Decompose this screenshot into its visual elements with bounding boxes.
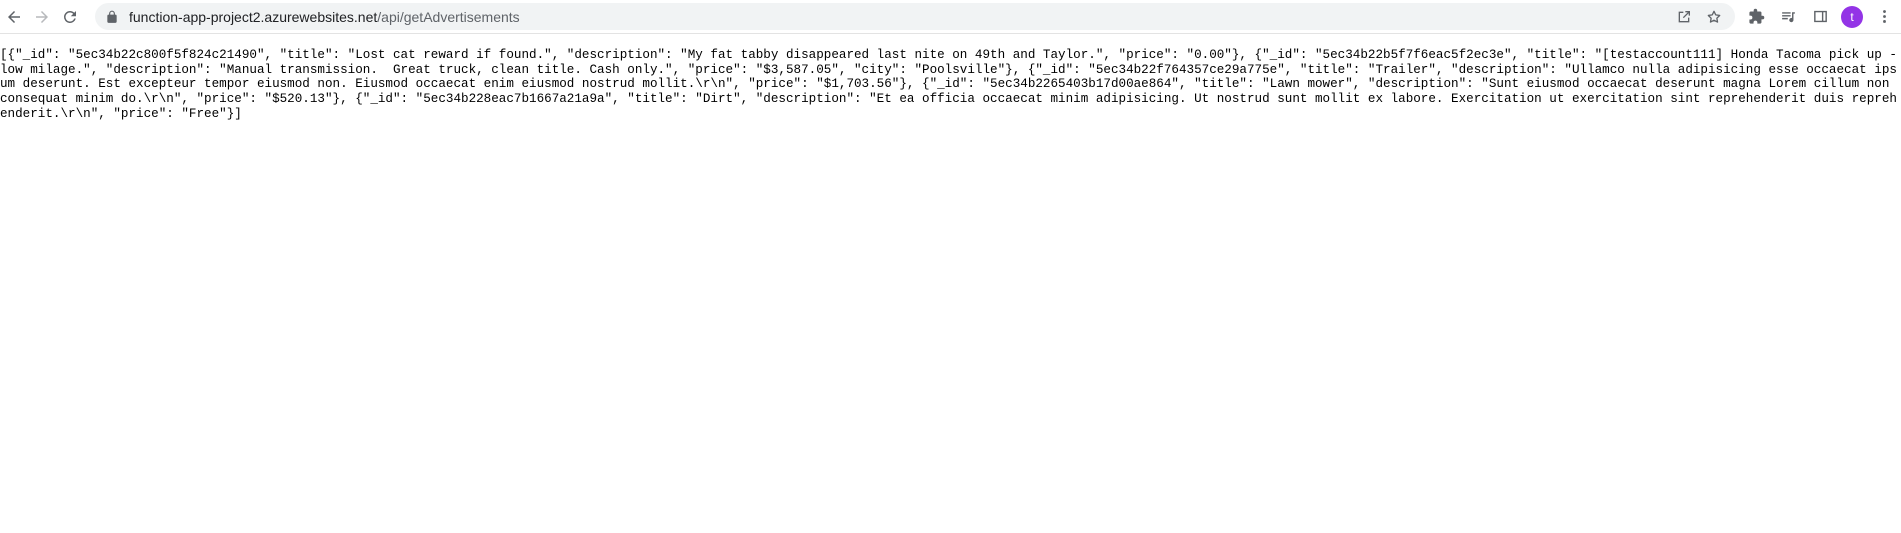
kebab-menu-icon[interactable] [1871, 4, 1897, 30]
back-button[interactable] [0, 3, 28, 31]
share-icon[interactable] [1673, 6, 1695, 28]
reload-icon [63, 10, 76, 23]
forward-button[interactable] [28, 3, 56, 31]
bookmark-star-icon[interactable] [1703, 6, 1725, 28]
back-icon [8, 10, 20, 23]
address-bar[interactable]: function-app-project2.azurewebsites.net/… [95, 3, 1735, 30]
json-response-body: [{"_id": "5ec34b22c800f5f824c21490", "ti… [0, 48, 1897, 121]
browser-right-tools: t [1743, 0, 1901, 33]
forward-icon [36, 10, 48, 23]
extensions-icon[interactable] [1743, 4, 1769, 30]
url-path: /api/getAdvertisements [377, 8, 520, 25]
reload-button[interactable] [56, 3, 84, 31]
browser-toolbar: function-app-project2.azurewebsites.net/… [0, 0, 1901, 34]
media-queue-icon[interactable] [1775, 4, 1801, 30]
profile-avatar: t [1841, 5, 1863, 28]
url-host: function-app-project2.azurewebsites.net [129, 8, 378, 25]
address-bar-actions [1673, 3, 1725, 30]
side-panel-icon[interactable] [1807, 4, 1833, 30]
lock-icon[interactable] [105, 10, 119, 24]
profile-avatar-button[interactable]: t [1839, 4, 1865, 30]
url-text[interactable]: function-app-project2.azurewebsites.net/… [129, 9, 520, 25]
